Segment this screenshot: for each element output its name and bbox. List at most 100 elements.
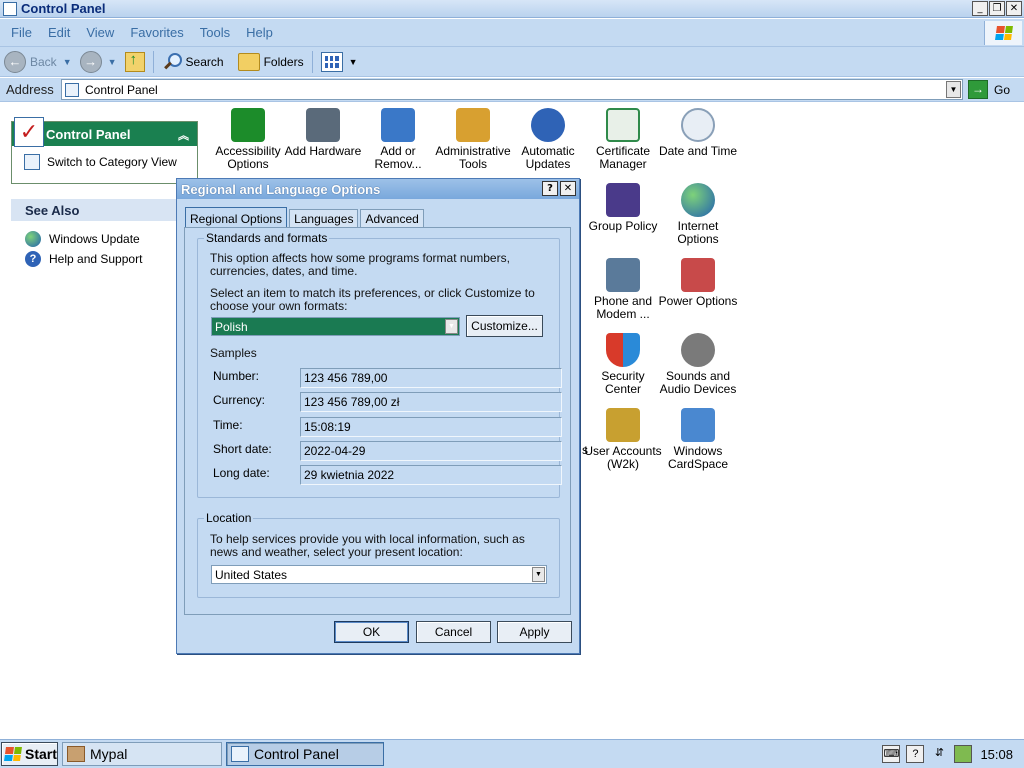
close-button[interactable]: ✕	[1006, 1, 1022, 16]
tab-advanced[interactable]: Advanced	[360, 209, 424, 228]
applet-label: Windows CardSpace	[667, 444, 729, 471]
category-view-icon	[24, 154, 40, 170]
menu-help[interactable]: Help	[238, 25, 281, 40]
folders-icon	[237, 52, 260, 71]
menu-tools[interactable]: Tools	[192, 25, 238, 40]
back-button[interactable]: ← Back ▼	[0, 49, 76, 75]
menu-view[interactable]: View	[78, 25, 122, 40]
applet-security-center[interactable]: Security Center	[583, 333, 663, 396]
go-button[interactable]: → Go	[968, 80, 1010, 99]
go-arrow-icon: →	[968, 80, 988, 99]
cancel-button[interactable]: Cancel	[416, 621, 491, 643]
regional-language-dialog: Regional and Language Options ? ✕ Region…	[176, 178, 580, 654]
task-mypal[interactable]: Mypal	[62, 742, 222, 766]
forward-dropdown-icon[interactable]: ▼	[108, 57, 117, 67]
help-support-label: Help and Support	[49, 252, 143, 266]
applet-certificate-manager[interactable]: Certificate Manager	[583, 108, 663, 171]
task-pane-header[interactable]: ✓ Control Panel ︽	[12, 117, 197, 147]
admin-tools-icon	[456, 108, 490, 142]
safely-remove-icon[interactable]	[954, 745, 973, 763]
applet-administrative-tools[interactable]: Administrative Tools	[433, 108, 513, 171]
applet-add-hardware[interactable]: Add Hardware	[283, 108, 363, 158]
switch-category-view-label: Switch to Category View	[47, 155, 177, 169]
minimize-button[interactable]: _	[972, 1, 988, 16]
network-icon[interactable]: ⇵	[930, 745, 948, 763]
collapse-chevron-icon[interactable]: ︽	[178, 127, 189, 143]
applet-internet-options[interactable]: Internet Options	[658, 183, 738, 246]
applet-label: Accessibility Options	[215, 144, 281, 171]
windows-update-icon	[25, 231, 41, 247]
applet-user-accounts[interactable]: User Accounts (W2k)	[583, 408, 663, 471]
switch-category-view-link[interactable]: Switch to Category View	[12, 150, 197, 174]
standards-description: This option affects how some programs fo…	[210, 251, 510, 278]
control-panel-icon	[231, 746, 249, 762]
back-dropdown-icon[interactable]: ▼	[63, 57, 72, 67]
restore-button[interactable]: ❐	[989, 1, 1005, 16]
applet-add-remove-programs[interactable]: Add or Remov...	[358, 108, 438, 171]
window-title: Control Panel	[21, 1, 106, 16]
toolbar-separator	[152, 50, 154, 73]
long-date-label: Long date:	[213, 466, 270, 480]
applet-power-options[interactable]: Power Options	[658, 258, 738, 308]
start-button[interactable]: Start	[1, 742, 58, 766]
dialog-help-button[interactable]: ?	[542, 181, 558, 196]
location-select-value: United States	[215, 567, 288, 582]
help-support-link[interactable]: ? Help and Support	[11, 249, 198, 269]
short-date-sample: 2022-04-29	[300, 441, 562, 461]
forward-button[interactable]: → ▼	[76, 49, 121, 75]
mypal-icon	[67, 746, 85, 762]
location-dropdown-icon[interactable]: ▼	[532, 567, 545, 582]
format-select[interactable]: Polish ▼	[211, 317, 460, 336]
certificate-icon	[606, 108, 640, 142]
location-title: Location	[204, 511, 254, 525]
help-icon: ?	[25, 251, 41, 267]
format-dropdown-icon[interactable]: ▼	[445, 319, 458, 334]
windows-update-link[interactable]: Windows Update	[11, 229, 198, 249]
short-date-label: Short date:	[213, 442, 272, 456]
control-panel-icon	[65, 82, 79, 97]
applet-windows-cardspace[interactable]: Windows CardSpace	[658, 408, 738, 471]
applet-accessibility-options[interactable]: Accessibility Options	[208, 108, 288, 171]
tab-languages[interactable]: Languages	[289, 209, 359, 228]
dialog-close-button[interactable]: ✕	[560, 181, 576, 196]
tab-regional-options[interactable]: Regional Options	[185, 207, 288, 229]
applet-label: Automatic Updates	[521, 144, 575, 171]
applet-label: Group Policy	[588, 219, 658, 233]
views-button[interactable]: ▼	[317, 49, 362, 75]
applet-group-policy[interactable]: Group Policy	[583, 183, 663, 233]
applet-phone-modem[interactable]: Phone and Modem ...	[583, 258, 663, 321]
currency-label: Currency:	[213, 393, 266, 407]
applet-automatic-updates[interactable]: Automatic Updates	[508, 108, 588, 171]
taskbar-clock[interactable]: 15:08	[980, 747, 1013, 762]
time-label: Time:	[213, 418, 243, 432]
folders-button[interactable]: Folders	[234, 49, 308, 75]
applet-sounds-audio[interactable]: Sounds and Audio Devices	[658, 333, 738, 396]
group-policy-icon	[606, 183, 640, 217]
format-select-value: Polish	[215, 319, 248, 334]
ok-button[interactable]: OK	[334, 621, 409, 643]
help-tray-icon[interactable]: ?	[906, 745, 925, 763]
applet-label: Security Center	[601, 369, 645, 396]
address-bar: Address Control Panel ▼ → Go	[0, 78, 1024, 102]
address-dropdown-icon[interactable]: ▼	[946, 81, 961, 98]
customize-button[interactable]: Customize...	[466, 315, 543, 337]
location-description: To help services provide you with local …	[210, 532, 525, 559]
search-button[interactable]: Search	[158, 49, 228, 75]
menu-edit[interactable]: Edit	[40, 25, 78, 40]
system-tray: ⌨ ? ⇵ 15:08	[879, 742, 1023, 766]
menu-file[interactable]: File	[3, 25, 40, 40]
keyboard-icon[interactable]: ⌨	[882, 745, 901, 763]
applet-date-time[interactable]: Date and Time	[658, 108, 738, 158]
location-select[interactable]: United States ▼	[211, 565, 547, 584]
task-control-panel[interactable]: Control Panel	[226, 742, 384, 766]
hardware-icon	[306, 108, 340, 142]
windows-flag-icon	[4, 747, 22, 761]
dialog-titlebar[interactable]: Regional and Language Options ? ✕	[177, 179, 579, 199]
address-input[interactable]: Control Panel ▼	[61, 79, 963, 100]
toolbar: ← Back ▼ → ▼ Search Folders ▼	[0, 47, 1024, 77]
apply-button[interactable]: Apply	[497, 621, 572, 643]
up-button[interactable]	[121, 49, 149, 75]
control-panel-checkmark-icon: ✓	[14, 117, 44, 147]
menu-favorites[interactable]: Favorites	[122, 25, 191, 40]
views-dropdown-icon[interactable]: ▼	[349, 57, 358, 67]
